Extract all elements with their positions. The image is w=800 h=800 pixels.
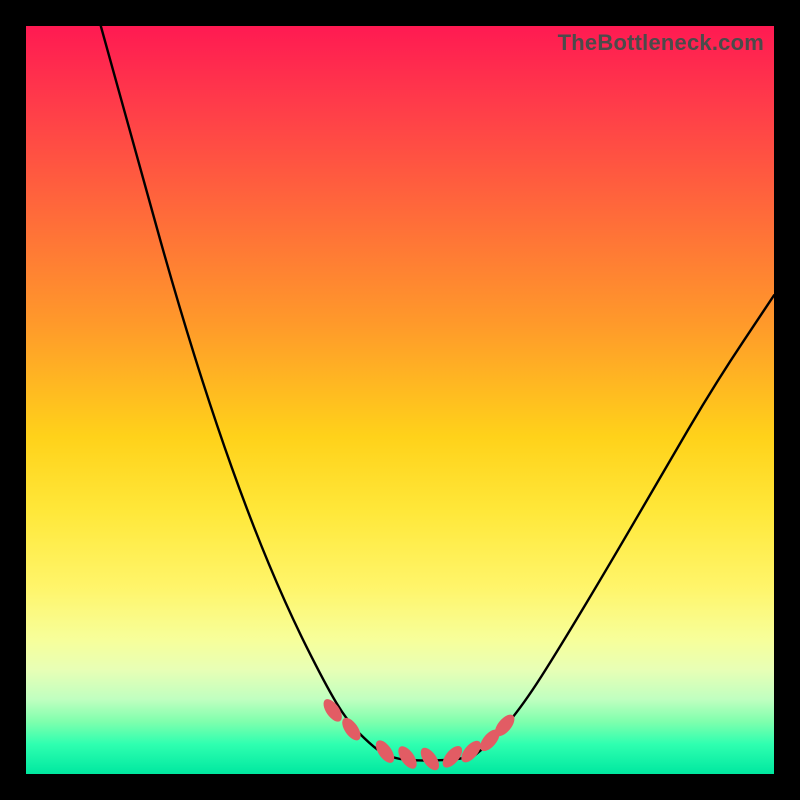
valley-markers [320,696,518,773]
valley-marker [417,745,443,774]
curve-path [101,26,774,761]
bottleneck-curve [101,26,774,761]
valley-marker [339,715,365,744]
curve-layer [26,26,774,774]
valley-marker [372,737,398,766]
chart-plot-area: TheBottleneck.com [26,26,774,774]
